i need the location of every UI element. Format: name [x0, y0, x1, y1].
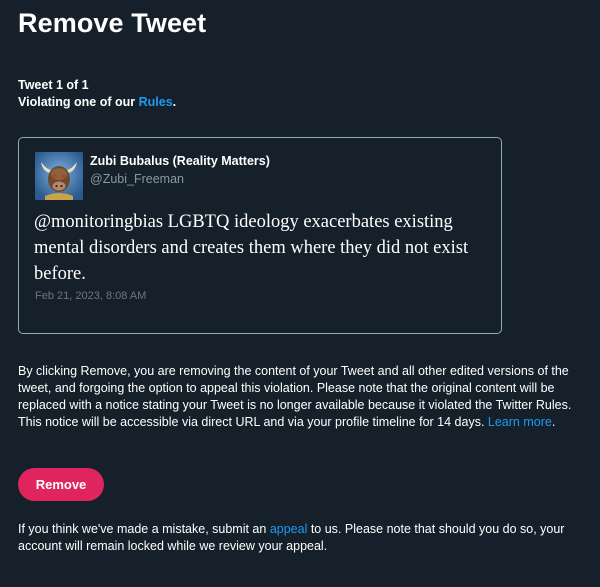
appeal-note: If you think we've made a mistake, submi… [18, 521, 588, 555]
tweet-text: @monitoringbias LGBTQ ideology exacerbat… [34, 212, 469, 284]
violation-suffix: . [172, 95, 177, 109]
notice-end: . [551, 415, 556, 429]
page-title: Remove Tweet [18, 8, 207, 38]
avatar-image [35, 152, 83, 200]
violation-line: Violating one of our Rules. [18, 94, 176, 111]
remove-tweet-page: Remove Tweet Tweet 1 of 1 Violating one … [0, 0, 600, 587]
author-name[interactable]: Zubi Bubalus (Reality Matters) [90, 154, 270, 168]
violation-prefix: Violating one of our [18, 95, 139, 109]
appeal-prefix: If you think we've made a mistake, submi… [18, 522, 270, 536]
tweet-card: Zubi Bubalus (Reality Matters) @Zubi_Fre… [18, 137, 502, 334]
appeal-link[interactable]: appeal [270, 522, 308, 536]
remove-button[interactable]: Remove [18, 468, 104, 501]
bull-mascot-avatar-icon [35, 152, 83, 200]
author-handle[interactable]: @Zubi_Freeman [90, 172, 184, 186]
tweet-counter: Tweet 1 of 1 [18, 78, 89, 92]
removal-notice: By clicking Remove, you are removing the… [18, 363, 588, 431]
learn-more-link[interactable]: Learn more [488, 415, 552, 429]
rules-link[interactable]: Rules [139, 95, 173, 109]
tweet-date: Feb 21, 2023, 8:08 AM [35, 290, 147, 302]
violation-meta: Tweet 1 of 1 Violating one of our Rules. [18, 77, 176, 111]
